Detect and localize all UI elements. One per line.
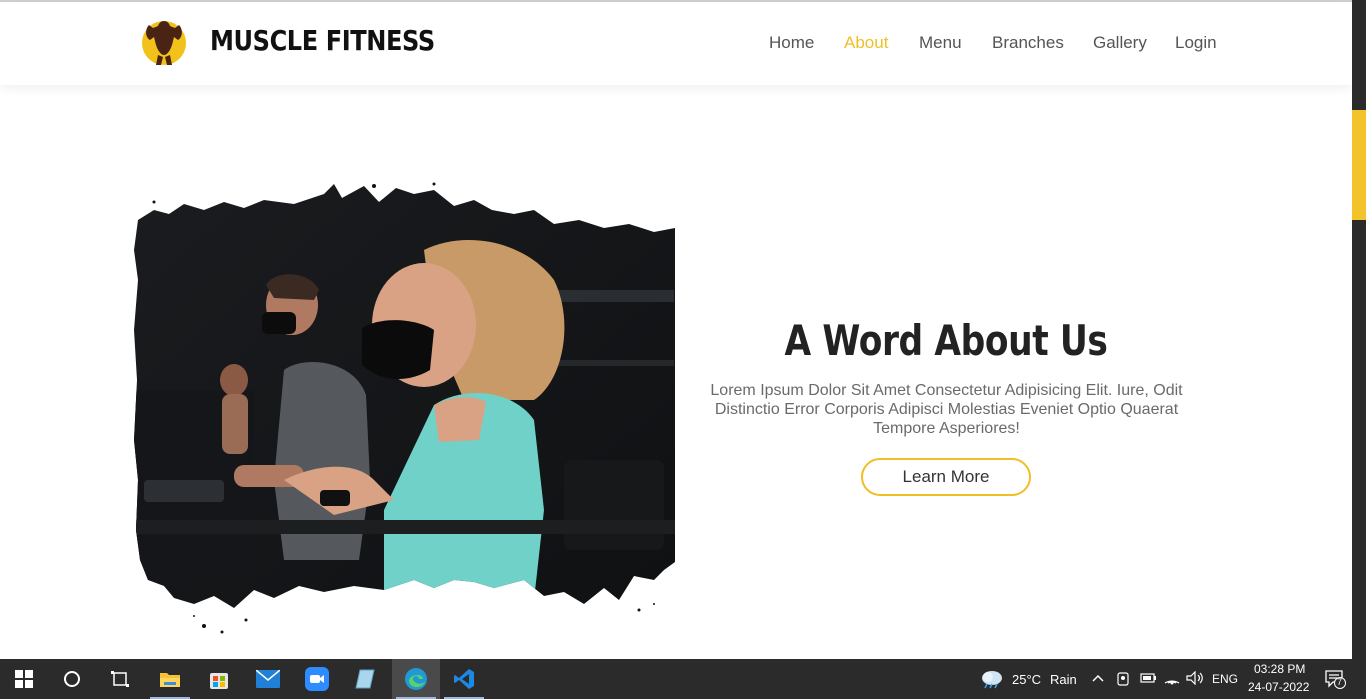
nav-menu[interactable]: Menu — [919, 33, 962, 53]
notification-center-icon[interactable] — [1324, 669, 1346, 689]
clock-time[interactable]: 03:28 PM — [1254, 662, 1305, 676]
nav-login[interactable]: Login — [1175, 33, 1217, 53]
start-icon[interactable] — [0, 659, 48, 699]
scrollbar-track[interactable] — [1352, 0, 1366, 659]
volume-icon[interactable] — [1186, 671, 1204, 685]
scrollbar-thumb[interactable] — [1352, 110, 1366, 220]
main-nav: Home About Menu Branches Gallery Login — [0, 33, 1352, 57]
meet-icon[interactable] — [1116, 671, 1130, 687]
site-header: MUSCLE FITNESS Home About Menu Branches … — [0, 2, 1352, 85]
wifi-icon[interactable] — [1164, 671, 1180, 685]
battery-icon[interactable] — [1138, 672, 1156, 684]
file-explorer-icon[interactable] — [146, 659, 194, 699]
section-description: Lorem Ipsum Dolor Sit Amet Consectetur A… — [710, 382, 1183, 437]
nav-home[interactable]: Home — [769, 33, 814, 53]
clock-date[interactable]: 24-07-2022 — [1248, 680, 1309, 694]
weather-condition[interactable]: Rain — [1050, 672, 1077, 687]
weather-temp[interactable]: 25°C — [1012, 672, 1041, 687]
mail-icon[interactable] — [244, 659, 292, 699]
edge-icon[interactable] — [392, 659, 440, 699]
browser-viewport: MUSCLE FITNESS Home About Menu Branches … — [0, 0, 1352, 659]
nav-branches[interactable]: Branches — [992, 33, 1064, 53]
chevron-up-icon[interactable] — [1092, 673, 1104, 683]
vscode-icon[interactable] — [440, 659, 488, 699]
store-icon[interactable] — [195, 659, 243, 699]
notepad-icon[interactable] — [341, 659, 389, 699]
learn-more-button[interactable]: Learn More — [861, 458, 1031, 496]
notification-count: 7 — [1337, 677, 1343, 687]
taskbar: 25°C Rain ENG 03:28 PM 24-07-2022 7 — [0, 659, 1366, 699]
nav-gallery[interactable]: Gallery — [1093, 33, 1147, 53]
search-circle-icon[interactable] — [48, 659, 96, 699]
language-indicator[interactable]: ENG — [1212, 672, 1238, 686]
zoom-icon[interactable] — [293, 659, 341, 699]
about-photo — [134, 182, 675, 634]
section-title: A Word About Us — [784, 316, 1108, 365]
task-view-icon[interactable] — [96, 659, 144, 699]
weather-rain-icon[interactable] — [980, 669, 1004, 689]
nav-about[interactable]: About — [844, 33, 888, 53]
